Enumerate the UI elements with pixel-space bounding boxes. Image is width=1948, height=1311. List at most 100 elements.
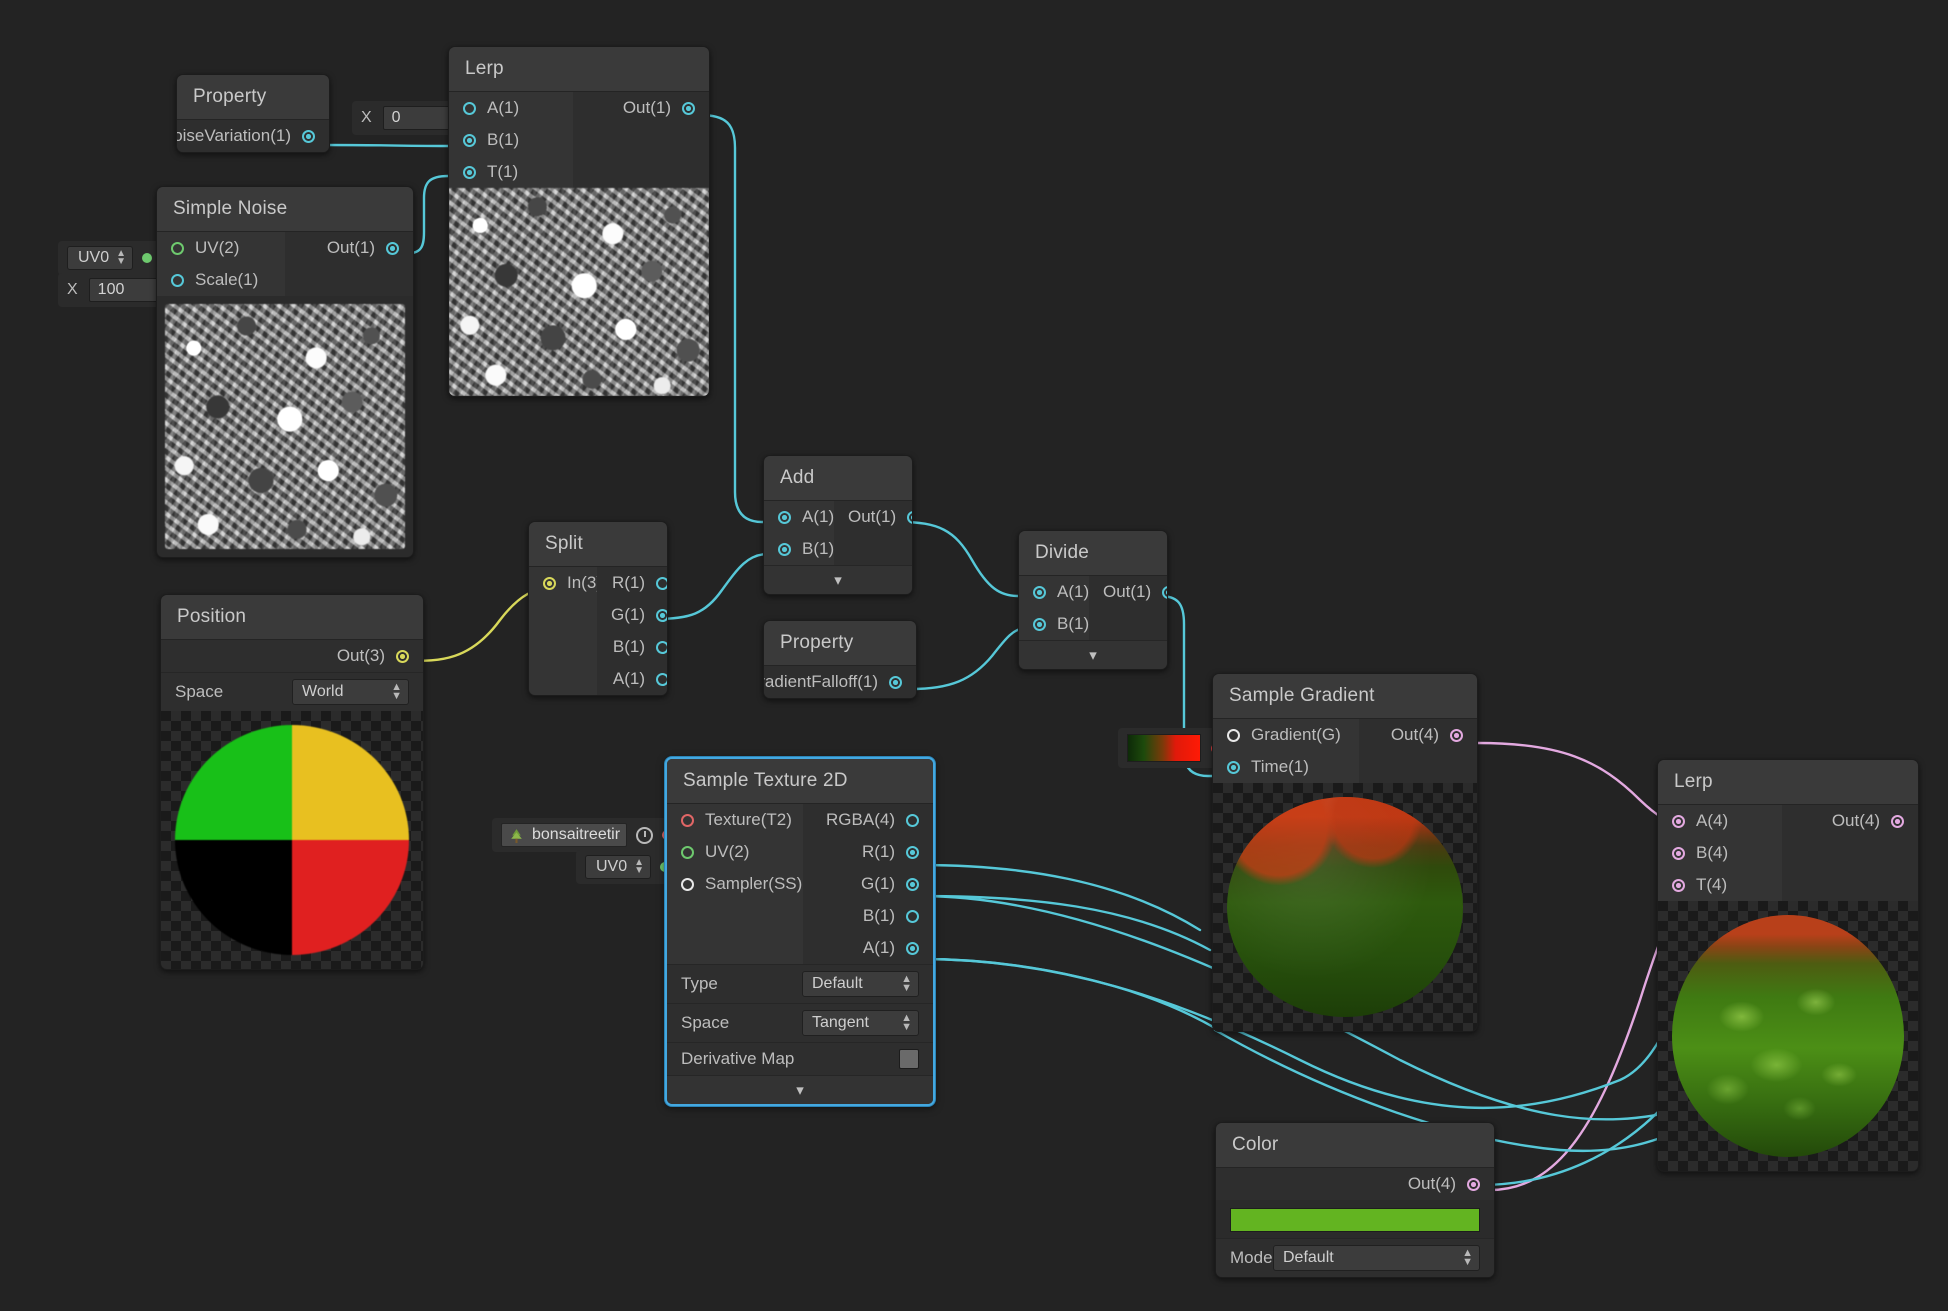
node-preview[interactable] xyxy=(161,711,423,969)
port-row-scale[interactable]: Scale(1) xyxy=(157,264,285,296)
node-lerp-right[interactable]: Lerp A(4) B(4) T(4) Out(4) xyxy=(1657,759,1919,1172)
space-dropdown[interactable]: Tangent ▲ ▼ xyxy=(802,1010,919,1036)
port-row-uv[interactable]: UV(2) xyxy=(157,232,285,264)
input-port-icon[interactable] xyxy=(1672,846,1685,860)
port-row-out[interactable]: Out(1) xyxy=(1089,576,1167,608)
node-sample-texture-2d[interactable]: Sample Texture 2D Texture(T2) UV(2) Samp… xyxy=(665,757,935,1106)
inline-texture-asset[interactable]: bonsaitreetir xyxy=(492,818,682,852)
port-row-texture[interactable]: Texture(T2) xyxy=(667,804,803,836)
input-port-icon[interactable] xyxy=(171,241,184,255)
output-port-icon[interactable] xyxy=(656,640,667,654)
port-row-t[interactable]: T(1) xyxy=(449,156,573,188)
stepper-arrows-icon[interactable]: ▲ ▼ xyxy=(391,682,402,702)
output-port-icon[interactable] xyxy=(1891,814,1904,828)
port-row-out[interactable]: NoiseVariation(1) xyxy=(177,120,329,152)
port-row-a[interactable]: A(1) xyxy=(803,932,933,964)
color-swatch[interactable] xyxy=(1230,1208,1480,1232)
port-row-b[interactable]: B(1) xyxy=(1019,608,1089,640)
gradient-swatch[interactable] xyxy=(1127,734,1201,762)
output-port-icon[interactable] xyxy=(656,608,667,622)
node-preview[interactable] xyxy=(1213,783,1477,1031)
node-preview[interactable] xyxy=(1658,901,1918,1171)
stepper-arrows-icon[interactable]: ▲ ▼ xyxy=(116,249,126,267)
output-port-icon[interactable] xyxy=(906,845,919,859)
node-divide[interactable]: Divide A(1) B(1) Out(1) ▾ xyxy=(1018,530,1168,670)
control-derivative-map[interactable]: Derivative Map xyxy=(667,1042,933,1075)
port-row-b[interactable]: B(1) xyxy=(449,124,573,156)
node-preview[interactable] xyxy=(157,304,413,549)
derivative-map-checkbox[interactable] xyxy=(899,1049,919,1069)
port-row-sampler[interactable]: Sampler(SS) xyxy=(667,868,803,900)
port-row-b[interactable]: B(1) xyxy=(803,900,933,932)
control-space[interactable]: Space Tangent ▲ ▼ xyxy=(667,1003,933,1042)
output-port-icon[interactable] xyxy=(396,649,409,663)
input-port-icon[interactable] xyxy=(1227,728,1240,742)
input-port-icon[interactable] xyxy=(1033,585,1046,599)
node-split[interactable]: Split In(3) R(1) G(1) B(1) A(1) xyxy=(528,521,668,696)
input-port-icon[interactable] xyxy=(463,101,476,115)
port-row-out[interactable]: Out(4) xyxy=(1782,805,1918,837)
control-mode[interactable]: Mode Default ▲ ▼ xyxy=(1216,1238,1494,1277)
output-port-icon[interactable] xyxy=(907,510,912,524)
node-position[interactable]: Position Out(3) Space World ▲ ▼ xyxy=(160,594,424,970)
port-row-r[interactable]: R(1) xyxy=(803,836,933,868)
shader-graph-canvas[interactable]: Property NoiseVariation(1) X 0 Lerp A(1) xyxy=(0,0,1948,1311)
input-port-icon[interactable] xyxy=(1672,814,1685,828)
space-dropdown[interactable]: World ▲ ▼ xyxy=(292,679,409,705)
uv-dropdown[interactable]: UV0 ▲ ▼ xyxy=(67,246,134,270)
input-port-icon[interactable] xyxy=(681,877,694,891)
port-row-uv[interactable]: UV(2) xyxy=(667,836,803,868)
port-row-b[interactable]: B(4) xyxy=(1658,837,1782,869)
input-port-icon[interactable] xyxy=(681,813,694,827)
input-port-icon[interactable] xyxy=(171,273,184,287)
port-row-out[interactable]: GradientFalloff(1) xyxy=(764,666,916,698)
inline-uv-sampletexture[interactable]: UV0 ▲ ▼ xyxy=(576,850,680,884)
node-color[interactable]: Color Out(4) Mode Default ▲ ▼ xyxy=(1215,1122,1495,1278)
inline-uv-simplenoise[interactable]: UV0 ▲ ▼ xyxy=(58,241,162,275)
port-row-a[interactable]: A(1) xyxy=(764,501,834,533)
output-port-icon[interactable] xyxy=(906,813,919,827)
texture-field[interactable]: bonsaitreetir xyxy=(501,823,628,847)
port-row-rgba[interactable]: RGBA(4) xyxy=(803,804,933,836)
node-property-noisevariation[interactable]: Property NoiseVariation(1) xyxy=(176,74,330,153)
clock-icon[interactable] xyxy=(636,826,654,844)
port-row-b[interactable]: B(1) xyxy=(597,631,667,663)
chip-pin-icon[interactable] xyxy=(142,253,153,263)
collapse-toggle[interactable]: ▾ xyxy=(1019,640,1167,669)
output-port-icon[interactable] xyxy=(1162,585,1167,599)
port-row-out[interactable]: Out(3) xyxy=(161,640,423,672)
input-port-icon[interactable] xyxy=(543,576,556,590)
collapse-toggle[interactable]: ▾ xyxy=(667,1075,933,1104)
port-row-out[interactable]: Out(1) xyxy=(834,501,912,533)
input-port-icon[interactable] xyxy=(1033,617,1046,631)
value-field[interactable]: 0 xyxy=(382,106,453,130)
input-port-icon[interactable] xyxy=(778,542,791,556)
port-row-out[interactable]: Out(1) xyxy=(573,92,709,124)
input-port-icon[interactable] xyxy=(1672,878,1685,892)
node-preview[interactable] xyxy=(449,188,709,396)
node-sample-gradient[interactable]: Sample Gradient Gradient(G) Time(1) Out(… xyxy=(1212,673,1478,1032)
stepper-arrows-icon[interactable]: ▲ ▼ xyxy=(901,1013,912,1033)
output-port-icon[interactable] xyxy=(906,909,919,923)
node-simple-noise[interactable]: Simple Noise UV(2) Scale(1) Out(1) xyxy=(156,186,414,558)
control-type[interactable]: Type Default ▲ ▼ xyxy=(667,964,933,1003)
port-row-t[interactable]: T(4) xyxy=(1658,869,1782,901)
port-row-b[interactable]: B(1) xyxy=(764,533,834,565)
output-port-icon[interactable] xyxy=(656,672,667,686)
type-dropdown[interactable]: Default ▲ ▼ xyxy=(802,971,919,997)
port-row-a[interactable]: A(4) xyxy=(1658,805,1782,837)
port-row-out[interactable]: Out(1) xyxy=(285,232,413,264)
collapse-toggle[interactable]: ▾ xyxy=(764,565,912,594)
stepper-arrows-icon[interactable]: ▲ ▼ xyxy=(634,858,644,876)
input-port-icon[interactable] xyxy=(1227,760,1240,774)
input-port-icon[interactable] xyxy=(463,133,476,147)
node-add[interactable]: Add A(1) B(1) Out(1) ▾ xyxy=(763,455,913,595)
input-port-icon[interactable] xyxy=(778,510,791,524)
output-port-icon[interactable] xyxy=(682,101,695,115)
output-port-icon[interactable] xyxy=(889,675,902,689)
output-port-icon[interactable] xyxy=(302,129,315,143)
node-lerp-left[interactable]: Lerp A(1) B(1) T(1) Out(1) xyxy=(448,46,710,397)
output-port-icon[interactable] xyxy=(906,877,919,891)
output-port-icon[interactable] xyxy=(906,941,919,955)
port-row-time[interactable]: Time(1) xyxy=(1213,751,1359,783)
